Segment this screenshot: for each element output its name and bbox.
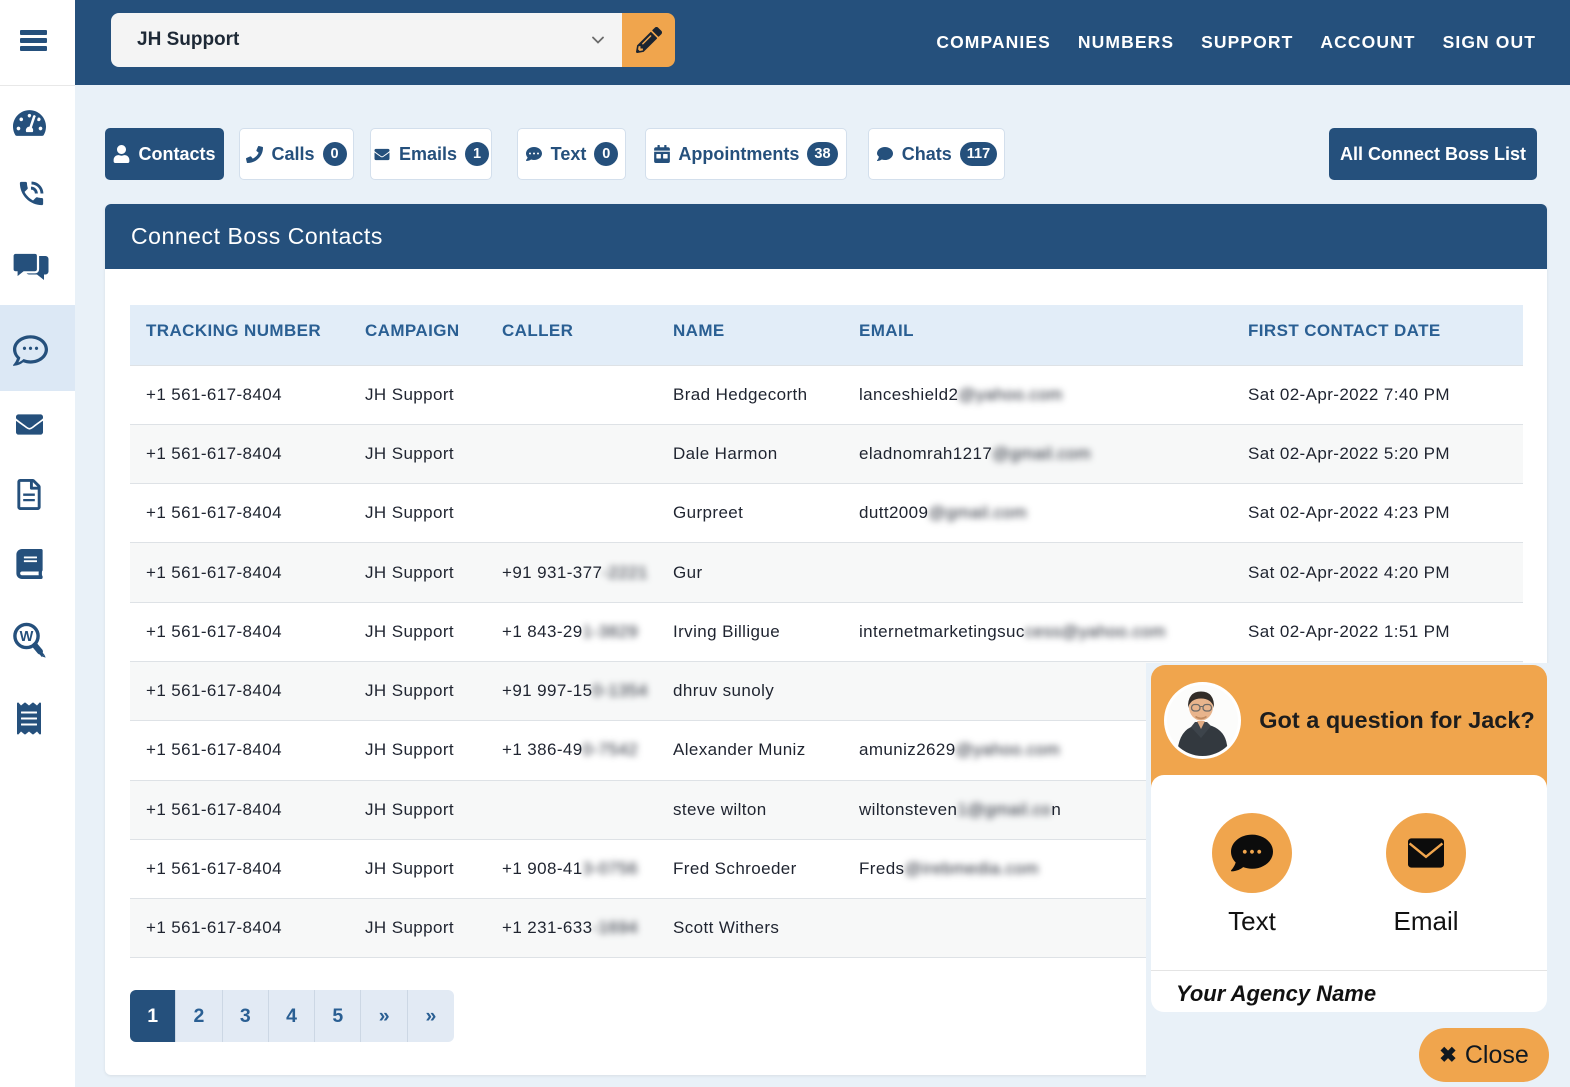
svg-text:W: W: [20, 629, 34, 645]
